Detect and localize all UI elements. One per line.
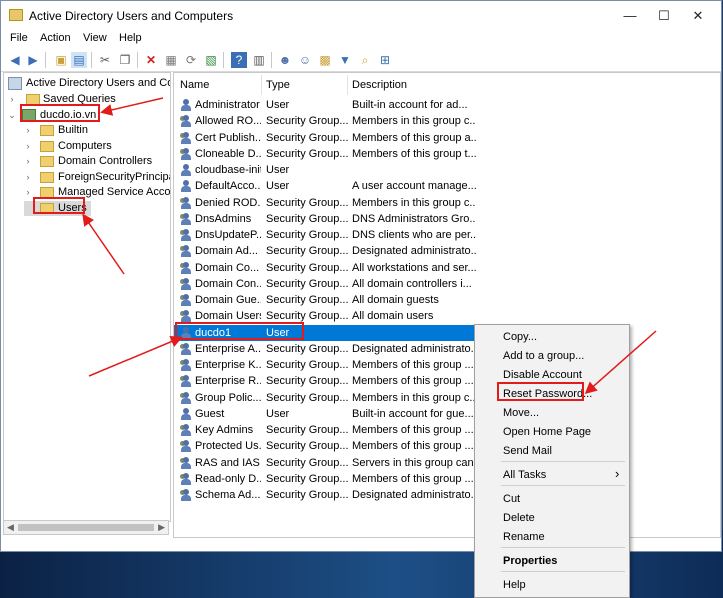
arrow-to-ducdo1 — [88, 335, 183, 377]
arrow-to-domain — [100, 97, 164, 116]
arrow-to-reset-password — [584, 330, 657, 394]
arrow-to-users — [82, 213, 125, 275]
annotation-arrows — [82, 97, 657, 394]
